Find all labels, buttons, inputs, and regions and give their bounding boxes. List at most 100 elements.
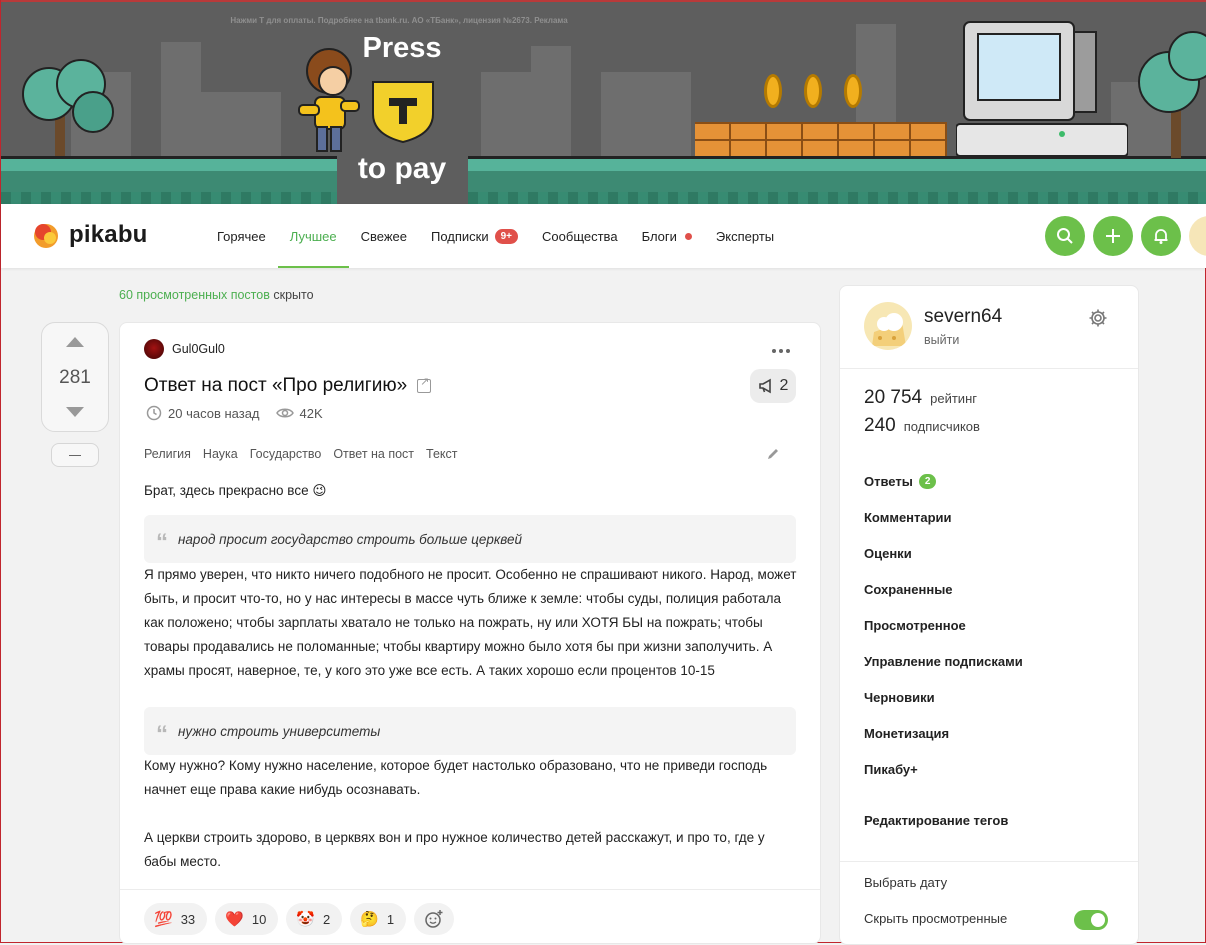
profile-username[interactable]: severn64: [924, 306, 1002, 328]
pikabu-logo[interactable]: pikabu: [31, 220, 148, 250]
hide-viewed-label: Скрыть просмотренные: [864, 911, 1008, 926]
add-post-button[interactable]: [1093, 216, 1133, 256]
menu-saved[interactable]: Сохраненные: [864, 582, 953, 597]
nav-fresh[interactable]: Свежее: [349, 204, 419, 268]
notifications-button[interactable]: [1141, 216, 1181, 256]
eye-icon: [275, 408, 294, 418]
nav-experts[interactable]: Эксперты: [704, 204, 786, 268]
tag-item[interactable]: Религия: [144, 447, 191, 461]
menu-comments[interactable]: Комментарии: [864, 510, 952, 525]
more-options-icon[interactable]: [772, 349, 790, 353]
post-views: 42K: [299, 405, 323, 421]
edit-tags-pencil-icon[interactable]: [766, 447, 780, 461]
nav-subscriptions-label: Подписки: [431, 228, 489, 244]
edit-tags-link[interactable]: Редактирование тегов: [864, 813, 1008, 828]
quote-icon: “: [156, 721, 168, 748]
logout-link[interactable]: выйти: [924, 333, 959, 347]
post-paragraph: А церкви строить здорово, в церквях вон …: [144, 830, 765, 869]
nav-best[interactable]: Лучшее: [277, 204, 349, 268]
quote-icon: “: [156, 529, 168, 556]
reaction-heart[interactable]: ❤️ 10: [215, 903, 279, 935]
post-paragraph: Я прямо уверен, что никто ничего подобно…: [144, 567, 797, 678]
brick-platform: [695, 122, 947, 156]
rating-stat: 20 754 рейтинг: [864, 387, 977, 409]
nav-fresh-label: Свежее: [360, 228, 407, 244]
collapse-post-button[interactable]: [51, 443, 99, 467]
hidden-posts-link[interactable]: 60 просмотренных постов: [119, 288, 270, 302]
comments-button[interactable]: 2: [750, 369, 796, 403]
search-button[interactable]: [1045, 216, 1085, 256]
tree-right: [1131, 22, 1206, 158]
reaction-clown[interactable]: 🤡 2: [286, 903, 343, 935]
menu-viewed[interactable]: Просмотренное: [864, 618, 966, 633]
upvote-arrow-icon[interactable]: [66, 337, 84, 347]
profile-avatar[interactable]: [864, 302, 912, 350]
hide-viewed-toggle[interactable]: [1074, 910, 1108, 930]
banner-press-text: Press: [362, 32, 442, 64]
tag-item[interactable]: Ответ на пост: [333, 447, 414, 461]
clown-emoji-icon: 🤡: [296, 911, 315, 928]
megaphone-icon: [758, 378, 771, 394]
reaction-count: 2: [323, 911, 331, 927]
clock-icon: [146, 405, 162, 421]
retro-computer-illustration: [955, 20, 1129, 158]
tag-item[interactable]: Наука: [203, 447, 238, 461]
post-rating: 281: [59, 367, 91, 388]
ground-left: [1, 156, 337, 204]
post-card: Gul0Gul0 Ответ на пост «Про религию» 2 2…: [119, 322, 821, 944]
nav-hot[interactable]: Горячее: [205, 204, 278, 268]
reaction-hundred[interactable]: 💯 33: [144, 903, 208, 935]
hidden-posts-suffix: скрыто: [269, 288, 314, 302]
menu-drafts-label: Черновики: [864, 690, 935, 705]
vote-panel: 281: [41, 322, 109, 432]
menu-answers[interactable]: Ответы 2: [864, 474, 937, 489]
blogs-new-dot: [684, 232, 692, 240]
nav-blogs[interactable]: Блоги: [630, 204, 704, 268]
add-reaction-button[interactable]: [414, 903, 455, 935]
post-author[interactable]: Gul0Gul0: [144, 339, 225, 359]
ad-banner[interactable]: Нажми Т для оплаты. Подробнее на tbank.r…: [1, 0, 1206, 204]
subscribers-value: 240: [864, 415, 896, 436]
nav-experts-label: Эксперты: [715, 228, 775, 244]
nav-subscriptions[interactable]: Подписки 9+: [419, 204, 530, 268]
search-icon: [1057, 228, 1073, 244]
subscribers-stat[interactable]: 240 подписчиков: [864, 415, 980, 437]
reaction-count: 1: [386, 911, 395, 927]
downvote-arrow-icon[interactable]: [66, 407, 84, 417]
post-title[interactable]: Ответ на пост «Про религию»: [144, 375, 432, 397]
menu-answers-label: Ответы: [864, 474, 913, 489]
subscriptions-count-badge: 9+: [494, 228, 519, 244]
reaction-thinking[interactable]: 🤔 1: [350, 903, 407, 935]
reaction-count: 10: [251, 911, 267, 927]
heart-emoji-icon: ❤️: [225, 911, 244, 928]
thinking-emoji-icon: 🤔: [360, 911, 379, 928]
menu-manage-subscriptions[interactable]: Управление подписками: [864, 654, 1023, 669]
nav-communities[interactable]: Сообщества: [530, 204, 630, 268]
answers-count-badge: 2: [918, 474, 937, 489]
menu-monetization-label: Монетизация: [864, 726, 950, 741]
menu-pikabu-plus[interactable]: Пикабу+: [864, 762, 918, 777]
ad-disclaimer: Нажми Т для оплаты. Подробнее на tbank.r…: [230, 16, 568, 25]
gear-icon[interactable]: [1088, 308, 1108, 328]
add-emoji-icon: [425, 910, 443, 928]
reactions-bar: 💯 33 ❤️ 10 🤡 2 🤔 1: [144, 903, 455, 935]
pick-date-link[interactable]: Выбрать дату: [864, 875, 947, 890]
menu-ratings[interactable]: Оценки: [864, 546, 912, 561]
tag-item[interactable]: Государство: [250, 447, 322, 461]
menu-manage-subscriptions-label: Управление подписками: [864, 654, 1023, 669]
header-avatar[interactable]: [1189, 216, 1206, 256]
post-divider: [120, 889, 820, 890]
main-nav: Горячее Лучшее Свежее Подписки 9+ Сообщес…: [205, 204, 786, 268]
plus-icon: [1106, 229, 1120, 243]
nav-hot-label: Горячее: [217, 228, 266, 244]
menu-drafts[interactable]: Черновики: [864, 690, 935, 705]
open-in-new-icon[interactable]: [417, 375, 432, 393]
post-time: 20 часов назад: [168, 405, 260, 421]
edit-tags-label: Редактирование тегов: [864, 813, 1009, 828]
profile-sidebar: severn64 выйти 20 754 рейтинг 240 подпис…: [839, 285, 1139, 945]
banner-to-pay-text: to pay: [357, 152, 447, 185]
comments-count: 2: [779, 377, 789, 394]
menu-monetization[interactable]: Монетизация: [864, 726, 949, 741]
reaction-count: 33: [180, 911, 196, 927]
tag-item[interactable]: Текст: [426, 447, 457, 461]
